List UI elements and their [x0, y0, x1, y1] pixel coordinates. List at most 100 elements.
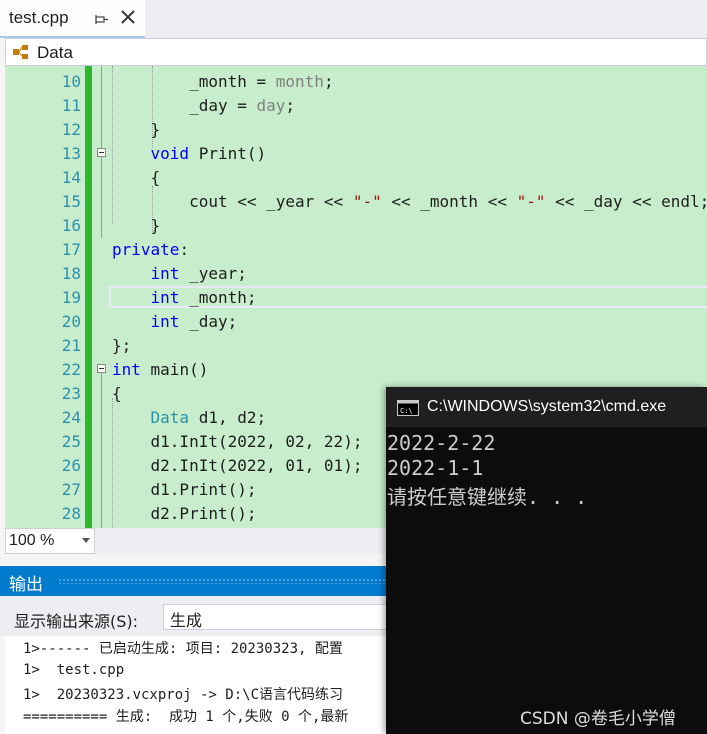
code-token: "-"	[352, 192, 382, 211]
code-token: _day;	[179, 312, 238, 331]
line-number: 16	[61, 216, 81, 235]
line-number: 15	[61, 192, 81, 211]
line-number: 28	[61, 504, 81, 523]
code-line[interactable]: 16 }	[5, 214, 707, 238]
console-window[interactable]: C:\ C:\WINDOWS\system32\cmd.exe 2022-2-2…	[386, 387, 707, 734]
code-token: d1.Print();	[112, 480, 257, 499]
code-text: d1.InIt(2022, 02, 22);	[112, 430, 363, 454]
code-token: d2.InIt(2022, 01, 01);	[112, 456, 363, 475]
code-token: };	[112, 336, 132, 355]
code-token: int	[112, 360, 141, 379]
code-token: int	[150, 264, 180, 283]
code-token: :	[179, 240, 190, 259]
code-line[interactable]: 18 int _year;	[5, 262, 707, 286]
code-text: d2.Print();	[112, 502, 257, 526]
code-token: ;	[285, 96, 296, 115]
line-number: 13	[61, 144, 81, 163]
code-token: Data	[150, 408, 190, 427]
line-number: 21	[61, 336, 81, 355]
line-number: 19	[61, 288, 81, 307]
console-output-line: 请按任意键继续. . .	[387, 485, 588, 509]
collapse-icon[interactable]	[97, 364, 106, 373]
code-text: {	[112, 382, 122, 406]
code-line[interactable]: 21};	[5, 334, 707, 358]
line-number: 14	[61, 168, 81, 187]
code-token: _month =	[112, 72, 276, 91]
code-text: int _day;	[112, 310, 238, 334]
line-number: 26	[61, 456, 81, 475]
output-source-dropdown[interactable]: 生成	[163, 604, 403, 630]
code-token: {	[112, 384, 122, 403]
code-line[interactable]: 15 cout << _year << "-" << _month << "-"…	[5, 190, 707, 214]
pin-icon[interactable]	[95, 10, 109, 28]
code-token: "-"	[516, 192, 546, 211]
output-source-value: 生成	[170, 611, 203, 630]
code-token: }	[112, 120, 161, 139]
code-token: void	[150, 144, 190, 163]
output-source-label: 显示输出来源(S):	[14, 612, 139, 631]
code-token: cout << _year <<	[112, 192, 353, 211]
line-number: 10	[61, 72, 81, 91]
code-token: d1, d2;	[189, 408, 267, 427]
code-text: int _year;	[112, 262, 247, 286]
console-output-line: 2022-1-1	[387, 456, 484, 480]
code-token: {	[112, 168, 161, 187]
class-name-label: Data	[37, 43, 73, 62]
code-line[interactable]: 17 private:	[5, 238, 707, 262]
code-text: cout << _year << "-" << _month << "-" <<…	[112, 190, 707, 214]
code-token: main()	[140, 360, 209, 379]
line-number: 27	[61, 480, 81, 499]
code-text: };	[112, 334, 131, 358]
output-panel-title: 输出	[9, 575, 43, 595]
output-line: ========== 生成: 成功 1 个,失败 0 个,最新	[23, 709, 349, 725]
line-number: 11	[61, 96, 81, 115]
code-token: private	[112, 240, 180, 259]
code-text: Data d1, d2;	[112, 406, 267, 430]
code-line[interactable]: 19 int _month;	[5, 286, 707, 310]
class-navigation-dropdown[interactable]: Data	[5, 38, 707, 66]
code-token: << _month <<	[381, 192, 517, 211]
chevron-down-icon	[82, 538, 90, 543]
code-token: << _day << endl;	[545, 192, 707, 211]
code-token: _day =	[112, 96, 257, 115]
console-output-line: 2022-2-22	[387, 431, 496, 455]
tab-title: test.cpp	[9, 8, 69, 27]
code-token: _year;	[179, 264, 247, 283]
code-token: d1.InIt(2022, 02, 22);	[112, 432, 363, 451]
panel-grip[interactable]	[58, 578, 398, 584]
code-token: int	[150, 312, 180, 331]
close-icon[interactable]	[119, 8, 137, 26]
document-tab-bar: test.cpp	[0, 0, 707, 38]
tab-test-cpp[interactable]: test.cpp	[0, 0, 145, 38]
svg-text:C:\: C:\	[400, 407, 413, 415]
code-text: d1.Print();	[112, 478, 257, 502]
watermark: CSDN @卷毛小学僧	[520, 709, 676, 729]
code-token: }	[112, 216, 161, 235]
code-text: {	[112, 166, 161, 190]
zoom-dropdown[interactable]: 100 %	[5, 528, 95, 554]
code-line[interactable]: 12 }	[5, 118, 707, 142]
code-token: int	[150, 288, 180, 307]
line-number: 25	[61, 432, 81, 451]
console-title: C:\WINDOWS\system32\cmd.exe	[427, 398, 667, 415]
code-text: int main()	[112, 358, 208, 382]
code-line[interactable]: 11 _day = day;	[5, 94, 707, 118]
output-line: 1> 20230323.vcxproj -> D:\C语言代码练习	[23, 687, 344, 703]
code-text: int _month;	[112, 286, 257, 310]
console-title-bar[interactable]: C:\ C:\WINDOWS\system32\cmd.exe	[386, 387, 707, 427]
code-token: Print()	[189, 144, 267, 163]
code-line[interactable]: 20 int _day;	[5, 310, 707, 334]
code-text: _month = month;	[112, 70, 334, 94]
collapse-icon[interactable]	[97, 148, 106, 157]
code-line[interactable]: 10 _month = month;	[5, 70, 707, 94]
line-number: 17	[61, 240, 81, 259]
class-icon	[13, 45, 28, 59]
code-line[interactable]: 14 {	[5, 166, 707, 190]
code-line[interactable]: 22 int main()	[5, 358, 707, 382]
code-line[interactable]: 13 void Print()	[5, 142, 707, 166]
